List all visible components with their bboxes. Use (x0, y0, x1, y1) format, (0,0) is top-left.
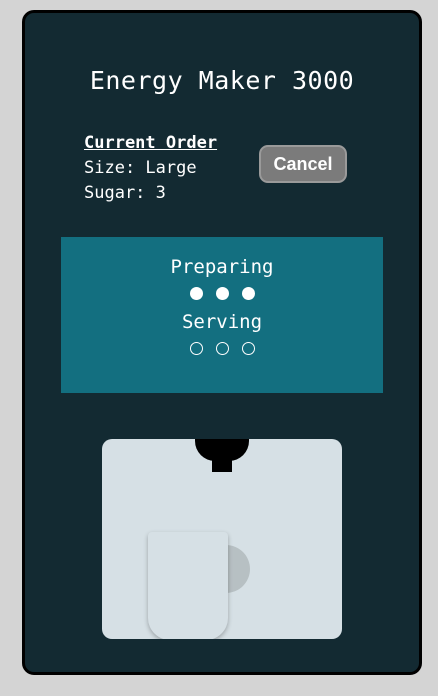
current-order: Current Order Size: Large Sugar: 3 (84, 131, 217, 206)
preparing-progress (61, 287, 383, 300)
status-panel: Preparing Serving (61, 237, 383, 393)
stage-preparing-label: Preparing (170, 256, 274, 278)
progress-dot (241, 342, 255, 355)
nozzle-icon (195, 439, 249, 461)
order-sugar: Sugar: 3 (84, 183, 166, 203)
progress-dot (189, 287, 203, 300)
nozzle-neck (212, 459, 232, 472)
serving-progress (61, 342, 383, 355)
cancel-button[interactable]: Cancel (259, 145, 347, 183)
machine-title: Energy Maker 3000 (89, 66, 355, 95)
progress-dot (189, 342, 203, 355)
order-size: Size: Large (84, 158, 197, 178)
order-heading: Current Order (84, 133, 218, 153)
coffee-machine: Energy Maker 3000 Current Order Size: La… (22, 10, 422, 675)
progress-dot (241, 287, 255, 300)
progress-dot (215, 342, 229, 355)
dispenser-area (102, 439, 342, 639)
stage-serving-label: Serving (181, 311, 263, 333)
mug-icon (148, 532, 228, 639)
progress-dot (215, 287, 229, 300)
